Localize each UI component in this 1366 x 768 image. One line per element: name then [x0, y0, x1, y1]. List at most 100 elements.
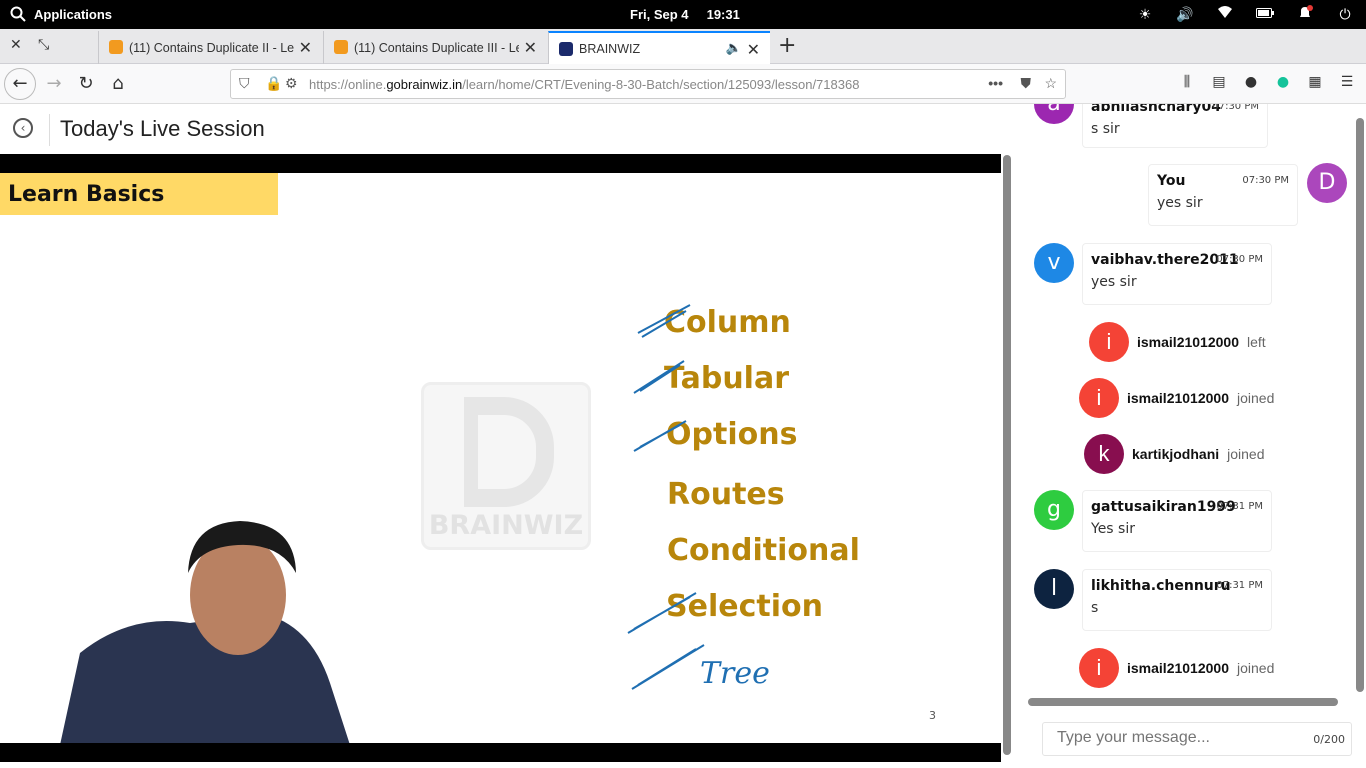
- tab-brainwiz[interactable]: BRAINWIZ 🔈 ✕: [548, 31, 770, 64]
- notification-icon[interactable]: [1296, 5, 1314, 23]
- tick-mark: [633, 360, 685, 394]
- tab-close-icon[interactable]: ✕: [299, 38, 312, 58]
- live-video-player[interactable]: Learn Basics BRAINWIZ Column Tabular Opt…: [0, 154, 1001, 762]
- brainwiz-watermark: BRAINWIZ: [421, 382, 591, 550]
- system-tray: ☀ 🔊 ⏻: [1136, 5, 1354, 23]
- brainwiz-logo-icon: [464, 397, 554, 507]
- leetcode-favicon-icon: [109, 40, 123, 54]
- event-text: joined: [1236, 660, 1275, 676]
- battery-icon[interactable]: [1256, 5, 1274, 23]
- tab-label: BRAINWIZ: [579, 41, 641, 56]
- avatar: l: [1034, 569, 1074, 609]
- home-button[interactable]: ⌂: [106, 72, 130, 96]
- chat-vertical-scrollbar[interactable]: [1356, 118, 1364, 692]
- slide-page-number: 3: [929, 709, 936, 722]
- event-user: ismail21012000: [1137, 334, 1239, 350]
- page-actions-icon[interactable]: •••: [988, 75, 1003, 91]
- applications-label: Applications: [34, 6, 113, 22]
- presenter-video: [60, 521, 350, 743]
- chat-system-event: i ismail21012000 joined: [1079, 378, 1274, 418]
- toolbar-right: ⫼ ▤ ● ● ▦ ☰: [1178, 74, 1356, 92]
- chat-panel: a abhilashchary04 07:30 PM s sir You 07:…: [1026, 104, 1366, 768]
- applications-menu[interactable]: Applications: [10, 6, 112, 22]
- char-counter: 0/200: [1313, 733, 1345, 746]
- grammarly-icon[interactable]: ●: [1274, 74, 1292, 92]
- message-text: Yes sir: [1091, 521, 1135, 537]
- avatar: i: [1079, 648, 1119, 688]
- tick-mark: [633, 420, 687, 452]
- system-bar: Applications Fri, Sep 4 19:31 ☀ 🔊 ⏻: [0, 0, 1366, 29]
- volume-icon[interactable]: 🔊: [1176, 5, 1194, 23]
- clock[interactable]: Fri, Sep 4 19:31: [630, 7, 740, 22]
- video-scrollbar[interactable]: [1003, 155, 1011, 755]
- account-icon[interactable]: ●: [1242, 74, 1260, 92]
- back-button[interactable]: ←: [4, 68, 36, 100]
- event-text: left: [1246, 334, 1266, 350]
- event-user: ismail21012000: [1127, 660, 1229, 676]
- reader-view-icon[interactable]: ▤: [1210, 74, 1228, 92]
- navigation-bar: ← → ↻ ⌂ ⛉ 🔒 ⚙ https://online.gobrainwiz.…: [0, 64, 1366, 104]
- message-time: 07:31 PM: [1216, 580, 1263, 591]
- shield-icon[interactable]: ⛉: [239, 75, 250, 92]
- avatar: v: [1034, 243, 1074, 283]
- avatar: k: [1084, 434, 1124, 474]
- slide: Learn Basics BRAINWIZ Column Tabular Opt…: [0, 173, 1001, 743]
- avatar: g: [1034, 490, 1074, 530]
- lock-icon[interactable]: 🔒: [265, 75, 282, 92]
- url-bar[interactable]: ⛉ 🔒 ⚙ https://online.gobrainwiz.in/learn…: [230, 69, 1066, 99]
- event-user: ismail21012000: [1127, 390, 1229, 406]
- power-icon[interactable]: ⏻: [1336, 5, 1354, 23]
- avatar: i: [1089, 322, 1129, 362]
- forward-button[interactable]: →: [42, 72, 66, 96]
- date-label: Fri, Sep 4: [630, 7, 689, 22]
- tab-close-icon[interactable]: ✕: [524, 38, 537, 58]
- extensions-icon[interactable]: ▦: [1306, 74, 1324, 92]
- tick-mark: [627, 592, 697, 634]
- page-title: Today's Live Session: [60, 116, 265, 141]
- message-time: 07:31 PM: [1216, 501, 1263, 512]
- tab-label: (11) Contains Duplicate II - Le: [129, 40, 294, 55]
- message-time: 07:30 PM: [1212, 104, 1259, 112]
- chat-system-event: i ismail21012000 joined: [1079, 648, 1274, 688]
- chat-message: vaibhav.there2011 07:30 PM yes sir: [1082, 243, 1272, 305]
- message-text: s: [1091, 600, 1099, 616]
- chat-message: likhitha.chennuru 07:31 PM s: [1082, 569, 1272, 631]
- permissions-icon[interactable]: ⚙: [285, 75, 298, 92]
- pocket-icon[interactable]: ⛊: [1021, 75, 1032, 92]
- url-text[interactable]: https://online.gobrainwiz.in/learn/home/…: [309, 77, 859, 92]
- close-window-icon[interactable]: ✕: [10, 37, 22, 53]
- tab-close-icon[interactable]: ✕: [747, 40, 760, 60]
- event-text: joined: [1227, 446, 1265, 462]
- tab-contains-duplicate-ii[interactable]: (11) Contains Duplicate II - Le ✕: [98, 31, 322, 64]
- back-circle-icon[interactable]: ‹: [13, 118, 33, 138]
- wifi-icon[interactable]: [1216, 5, 1234, 23]
- time-label: 19:31: [706, 7, 740, 22]
- restore-window-icon[interactable]: ⤡: [38, 37, 49, 53]
- brightness-icon[interactable]: ☀: [1136, 5, 1154, 23]
- tick-mark: [631, 644, 705, 690]
- brainwiz-favicon-icon: [559, 42, 573, 56]
- chat-input-box[interactable]: 0/200: [1042, 722, 1352, 756]
- chat-message: abhilashchary04 07:30 PM s sir: [1082, 104, 1268, 148]
- tab-bar: ✕ ⤡ (11) Contains Duplicate II - Le ✕ (1…: [0, 29, 1366, 64]
- search-icon: [10, 6, 26, 22]
- reload-button[interactable]: ↻: [74, 72, 98, 96]
- chat-horizontal-scrollbar[interactable]: [1028, 698, 1338, 706]
- chat-system-event: k kartikjodhani joined: [1084, 434, 1265, 474]
- chat-message-input[interactable]: [1057, 729, 1297, 747]
- menu-icon[interactable]: ☰: [1338, 74, 1356, 92]
- chat-system-event: i ismail21012000 left: [1089, 322, 1266, 362]
- tab-label: (11) Contains Duplicate III - Le: [354, 40, 519, 55]
- bookmark-star-icon[interactable]: ☆: [1044, 75, 1057, 92]
- avatar: i: [1079, 378, 1119, 418]
- avatar: D: [1307, 163, 1347, 203]
- message-text: s sir: [1091, 121, 1120, 137]
- speaker-icon[interactable]: 🔈: [726, 40, 742, 56]
- leetcode-favicon-icon: [334, 40, 348, 54]
- new-tab-button[interactable]: +: [778, 33, 796, 58]
- message-text: yes sir: [1091, 274, 1137, 290]
- pen-annotations: Tree: [627, 304, 770, 691]
- tab-contains-duplicate-iii[interactable]: (11) Contains Duplicate III - Le ✕: [323, 31, 547, 64]
- event-user: kartikjodhani: [1132, 446, 1220, 462]
- library-icon[interactable]: ⫼: [1178, 74, 1196, 92]
